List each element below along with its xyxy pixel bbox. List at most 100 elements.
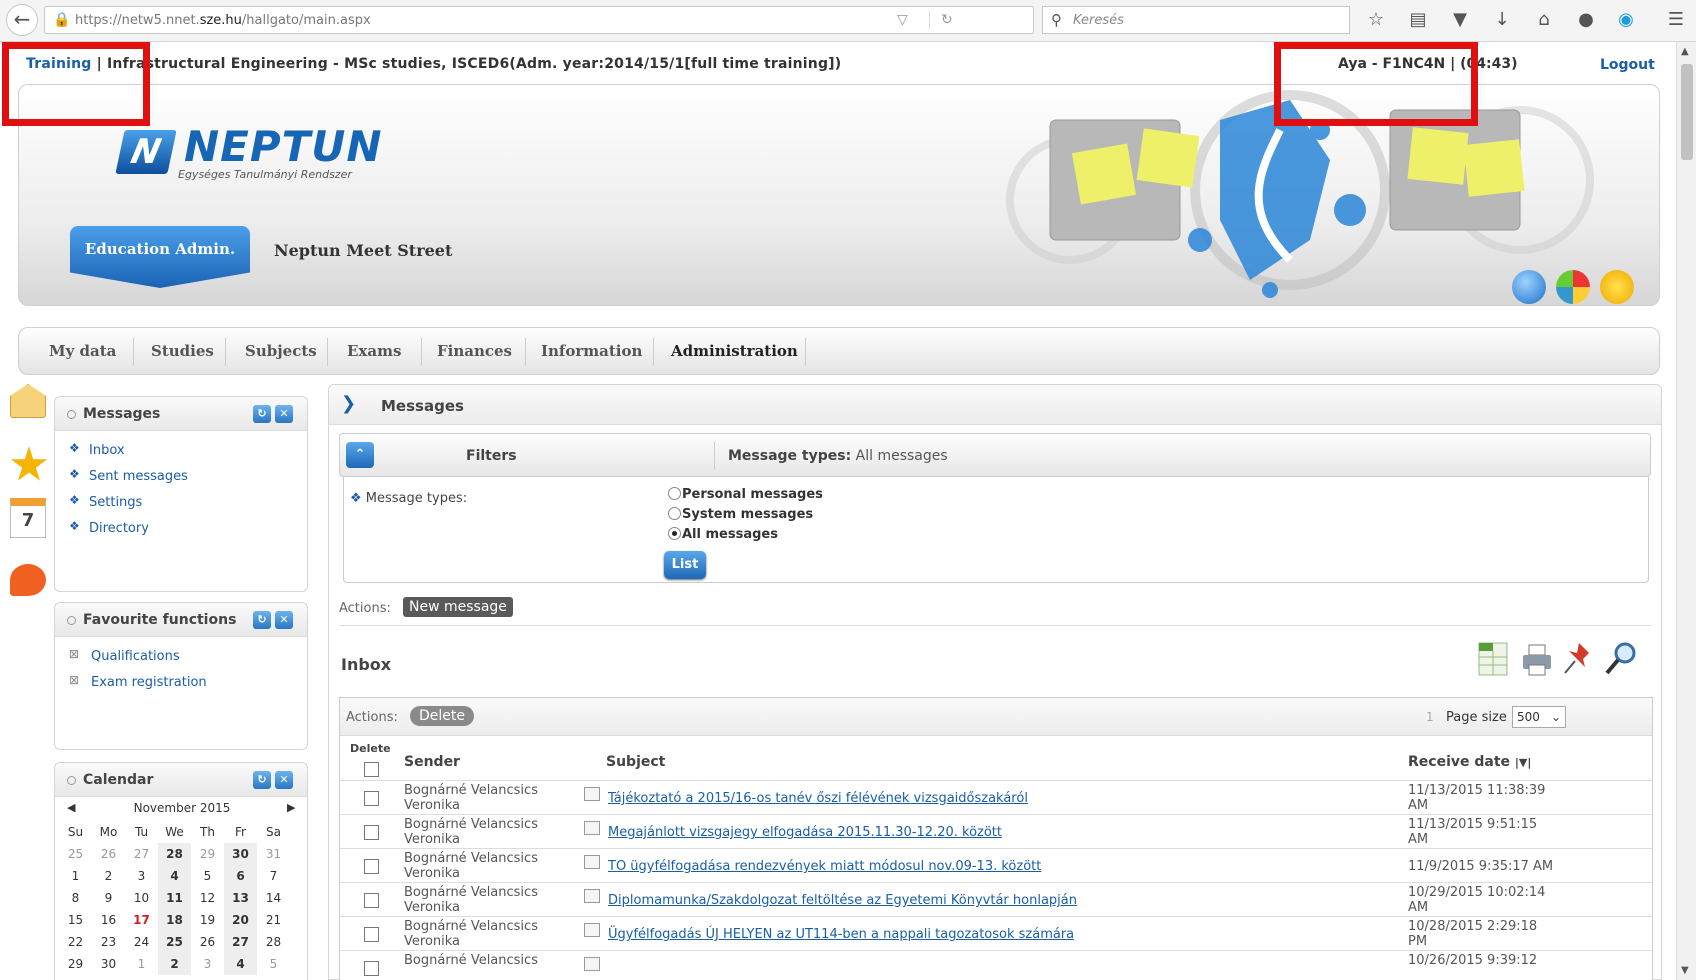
- calendar-panel: Calendar ↻ ✕ ◀ November 2015 ▶ Su Mo Tu We T…: [54, 762, 308, 980]
- pocket-icon[interactable]: ▼: [1448, 9, 1472, 33]
- radio-all[interactable]: All messages: [668, 527, 778, 542]
- skype-icon[interactable]: ◉: [1614, 9, 1638, 33]
- table-row[interactable]: Bognárné Velancsics Veronika Diplomamunka…: [340, 882, 1652, 916]
- home-icon[interactable]: ⌂: [1532, 9, 1556, 33]
- select-all-checkbox[interactable]: [364, 762, 379, 777]
- search-bar[interactable]: ⚲ Keresés: [1042, 6, 1350, 34]
- calendar-week: 29 30 1 2 3 4 5: [59, 953, 290, 975]
- remove-favourite-icon[interactable]: ⊠: [69, 673, 79, 687]
- nav-administration[interactable]: Administration: [671, 342, 798, 360]
- row-checkbox[interactable]: [364, 859, 379, 874]
- nav-subjects[interactable]: Subjects: [245, 342, 317, 360]
- nav-exams[interactable]: Exams: [347, 342, 401, 360]
- sort-desc-icon[interactable]: |▼|: [1515, 756, 1532, 769]
- row-subject-link[interactable]: Ügyfélfogadás ÚJ HELYEN az UT114-ben a n…: [608, 927, 1074, 942]
- main-content: ❯ Messages ⌃ Filters Message types: All …: [328, 384, 1662, 980]
- row-checkbox[interactable]: [364, 825, 379, 840]
- favourite-exam-registration[interactable]: Exam registration: [91, 675, 207, 690]
- menu-icon[interactable]: ☰: [1664, 9, 1688, 33]
- bookmark-star-icon[interactable]: ☆: [1364, 9, 1388, 33]
- page-number[interactable]: 1: [1426, 710, 1434, 724]
- row-checkbox[interactable]: [364, 893, 379, 908]
- url-bar[interactable]: 🔒 https://netw5.nnet.sze.hu/hallgato/mai…: [44, 6, 1034, 34]
- list-button[interactable]: List: [664, 551, 706, 579]
- radio-system[interactable]: System messages: [668, 507, 813, 522]
- envelope-icon[interactable]: [10, 384, 46, 418]
- row-subject-link[interactable]: Megajánlott vizsgajegy elfogadása 2015.1…: [608, 825, 1002, 840]
- search-icon: ⚲: [1051, 11, 1062, 29]
- refresh-icon[interactable]: ↻: [253, 611, 271, 629]
- bullet-icon: ❖: [350, 491, 362, 506]
- sidebar-item-sent[interactable]: Sent messages: [89, 469, 188, 484]
- pin-icon[interactable]: [1561, 639, 1597, 679]
- browser-toolbar: ← 🔒 https://netw5.nnet.sze.hu/hallgato/m…: [0, 0, 1696, 42]
- excel-export-icon[interactable]: [1475, 639, 1511, 679]
- highlight-box-user: [1274, 42, 1478, 126]
- col-header-receive-date[interactable]: Receive date |▼|: [1408, 754, 1531, 770]
- sidebar-item-inbox[interactable]: Inbox: [89, 443, 125, 458]
- scroll-thumb[interactable]: [1681, 64, 1693, 160]
- table-row[interactable]: Bognárné Velancsics Veronika Tájékoztató …: [340, 780, 1652, 814]
- inbox-title: Inbox: [341, 655, 392, 674]
- table-row[interactable]: Bognárné Velancsics 10/26/2015 9:39:12: [340, 950, 1652, 980]
- row-checkbox[interactable]: [364, 791, 379, 806]
- reload-icon[interactable]: ↻: [941, 12, 953, 28]
- delete-button[interactable]: Delete: [410, 706, 474, 726]
- remove-favourite-icon[interactable]: ⊠: [69, 647, 79, 661]
- nav-studies[interactable]: Studies: [151, 342, 214, 360]
- calendar-today[interactable]: 17: [125, 909, 158, 931]
- table-row[interactable]: Bognárné Velancsics Veronika Ügyfélfogadá…: [340, 916, 1652, 950]
- globe-language-icon[interactable]: [1512, 270, 1546, 304]
- color-theme-icon[interactable]: [1556, 270, 1590, 304]
- row-date: 10/28/2015 2:29:18 PM: [1408, 919, 1538, 949]
- row-subject-link[interactable]: Tájékoztató a 2015/16-os tanév őszi félé…: [608, 791, 1028, 806]
- star-icon[interactable]: [10, 446, 48, 481]
- chat-bubble-icon[interactable]: [10, 564, 46, 596]
- sidebar-item-directory[interactable]: Directory: [89, 521, 149, 536]
- refresh-icon[interactable]: ↻: [253, 771, 271, 789]
- dropdown-arrow-icon[interactable]: ▽: [897, 12, 908, 28]
- close-icon[interactable]: ✕: [275, 611, 293, 629]
- col-header-sender[interactable]: Sender: [404, 754, 460, 770]
- close-icon[interactable]: ✕: [275, 405, 293, 423]
- collapse-filters-icon[interactable]: ⌃: [346, 442, 374, 468]
- magnifier-icon[interactable]: [1603, 639, 1639, 679]
- chat-icon[interactable]: ●: [1574, 9, 1598, 33]
- row-checkbox[interactable]: [364, 927, 379, 942]
- table-row[interactable]: Bognárné Velancsics Veronika Megajánlott …: [340, 814, 1652, 848]
- row-sender: Bognárné Velancsics Veronika: [404, 783, 538, 813]
- calendar-week: 22 23 24 25 26 27 28: [59, 931, 290, 953]
- table-row[interactable]: Bognárné Velancsics Veronika TO ügyfélfog…: [340, 848, 1652, 882]
- row-subject-link[interactable]: Diplomamunka/Szakdolgozat feltöltése az …: [608, 893, 1077, 908]
- reading-list-icon[interactable]: ▤: [1406, 9, 1430, 33]
- radio-personal[interactable]: Personal messages: [668, 487, 823, 502]
- nav-information[interactable]: Information: [541, 342, 642, 360]
- favourites-panel-header: Favourite functions ↻ ✕: [55, 603, 307, 637]
- side-quick-icons: 7: [10, 384, 50, 596]
- next-month-icon[interactable]: ▶: [287, 801, 295, 814]
- refresh-icon[interactable]: ↻: [253, 405, 271, 423]
- scroll-up-icon[interactable]: ▲: [1681, 46, 1689, 57]
- logout-link[interactable]: Logout: [1600, 57, 1655, 73]
- nav-finances[interactable]: Finances: [437, 342, 512, 360]
- row-subject-link[interactable]: TO ügyfélfogadása rendezvények miatt mód…: [608, 859, 1041, 874]
- back-arrow-icon[interactable]: ←: [6, 4, 38, 36]
- row-checkbox[interactable]: [364, 961, 379, 976]
- sidebar-item-settings[interactable]: Settings: [89, 495, 142, 510]
- calendar-icon[interactable]: 7: [10, 498, 46, 538]
- nav-my-data[interactable]: My data: [49, 342, 116, 360]
- print-icon[interactable]: [1519, 639, 1555, 679]
- scroll-down-icon[interactable]: ▼: [1681, 965, 1689, 976]
- download-icon[interactable]: ↓: [1490, 9, 1514, 33]
- tab-meet-street[interactable]: Neptun Meet Street: [274, 241, 452, 260]
- calendar-week: 15 16 17 18 19 20 21: [59, 909, 290, 931]
- accessibility-icon[interactable]: [1600, 270, 1634, 304]
- vertical-scrollbar[interactable]: ▲ ▼: [1676, 42, 1696, 980]
- page-size-select[interactable]: 500 ⌄: [1512, 706, 1566, 728]
- favourite-qualifications[interactable]: Qualifications: [91, 649, 180, 664]
- col-header-subject[interactable]: Subject: [606, 754, 665, 770]
- new-message-button[interactable]: New message: [403, 597, 513, 617]
- messages-panel-title: Messages: [83, 406, 161, 422]
- url-text: https://netw5.nnet.sze.hu/hallgato/main.…: [75, 13, 371, 28]
- close-icon[interactable]: ✕: [275, 771, 293, 789]
